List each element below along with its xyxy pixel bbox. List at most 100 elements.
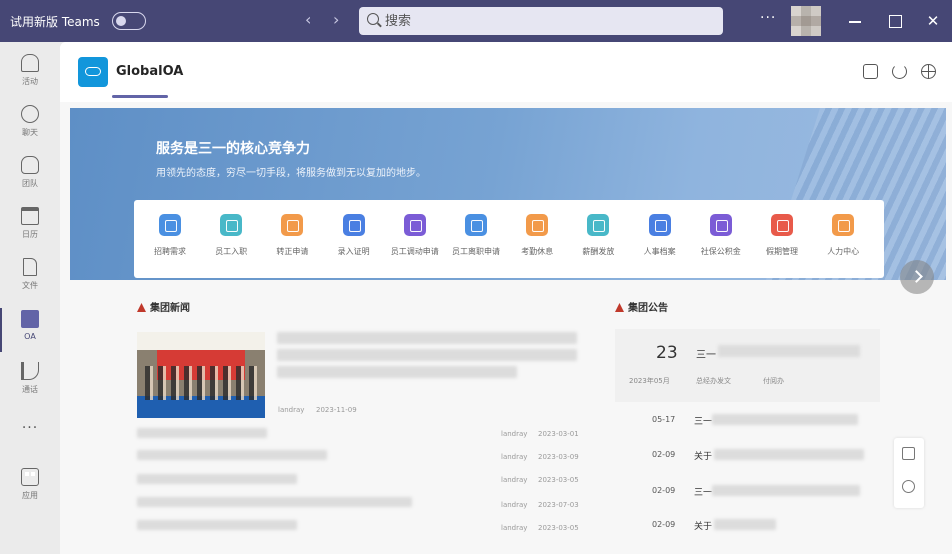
notice-row-title[interactable]: 关于 — [694, 449, 712, 462]
support-icon[interactable] — [902, 480, 915, 493]
carousel-next-button[interactable] — [900, 260, 934, 294]
bell-icon — [21, 54, 39, 72]
globe-icon[interactable] — [921, 64, 936, 79]
news-row-title[interactable] — [137, 474, 297, 484]
close-button[interactable]: ✕ — [920, 8, 946, 34]
rail-item-apps[interactable]: 应用 — [0, 464, 60, 514]
notice-highlight-reads: 付阅办 — [763, 377, 784, 385]
rail-item-label: OA — [24, 332, 36, 341]
quick-link-icon — [526, 214, 549, 236]
rail-item-activity[interactable]: 活动 — [0, 50, 60, 100]
minimize-button[interactable] — [842, 8, 868, 34]
quick-link-icon — [159, 214, 181, 236]
quick-link-icon — [771, 214, 793, 236]
app-title: 试用新版 Teams — [10, 15, 100, 29]
quick-link-item[interactable]: 假期管理 — [752, 214, 812, 257]
notice-highlight-month: 2023年05月 — [629, 377, 670, 385]
news-row-author: landray — [501, 430, 528, 438]
quick-link-label: 社保公积金 — [700, 247, 741, 256]
rail-item-chat[interactable]: 聊天 — [0, 101, 60, 151]
print-icon[interactable] — [902, 447, 915, 460]
left-rail: 活动 聊天 团队 日历 文件 OA 通话 ··· 应用 — [0, 42, 60, 554]
app-header: GlobalOA — [60, 42, 952, 102]
news-featured-photo[interactable] — [137, 332, 265, 418]
quick-link-item[interactable]: 员工离职申请 — [446, 214, 506, 257]
quick-link-label: 假期管理 — [766, 247, 798, 256]
news-row-author: landray — [501, 501, 528, 509]
notice-row-date: 02-09 — [652, 486, 676, 495]
back-button[interactable]: ‹ — [305, 10, 311, 29]
notice-row-title[interactable]: 三一 — [694, 485, 712, 498]
rail-item-calendar[interactable]: 日历 — [0, 203, 60, 253]
news-row-author: landray — [501, 524, 528, 532]
popout-icon[interactable] — [863, 64, 878, 79]
file-icon — [23, 258, 37, 276]
rail-item-more[interactable]: ··· — [0, 414, 60, 464]
main-content: GlobalOA 服务是三一的核心竞争力 用领先的态度，穷尽一切手段，将服务做到… — [60, 42, 952, 554]
hero-banner: 服务是三一的核心竞争力 用领先的态度，穷尽一切手段，将服务做到无以复加的地步。 … — [70, 108, 946, 280]
notice-row-date: 05-17 — [652, 415, 676, 424]
quick-link-item[interactable]: 员工调动申请 — [385, 214, 445, 257]
news-row-title[interactable] — [137, 497, 412, 507]
quick-link-item[interactable]: 人事档案 — [630, 214, 690, 257]
rail-item-label: 通话 — [22, 385, 38, 394]
news-row-date: 2023-03-05 — [538, 476, 579, 484]
rail-item-teams[interactable]: 团队 — [0, 152, 60, 202]
news-row-author: landray — [501, 476, 528, 484]
quick-link-item[interactable]: 员工入职 — [201, 214, 261, 257]
app-name-tab[interactable]: GlobalOA — [116, 64, 183, 79]
group-news-heading: 集团新闻 — [137, 299, 190, 314]
app-logo — [78, 57, 108, 87]
title-bar: 试用新版 Teams ‹ › ··· ✕ — [0, 0, 952, 42]
notice-row-date: 02-09 — [652, 520, 676, 529]
quick-link-icon — [281, 214, 304, 236]
rail-item-label: 文件 — [22, 281, 38, 290]
notice-row-title-blur — [714, 519, 776, 530]
avatar[interactable] — [791, 6, 821, 36]
quick-link-item[interactable]: 人力中心 — [813, 214, 873, 257]
search-box[interactable] — [359, 7, 723, 35]
new-teams-toggle[interactable] — [112, 12, 146, 30]
news-featured-title-line2 — [277, 349, 577, 361]
quick-link-label: 员工入职 — [215, 247, 248, 256]
quick-link-icon — [587, 214, 610, 236]
cloud-icon — [85, 67, 101, 76]
banner-subtitle: 用领先的态度，穷尽一切手段，将服务做到无以复加的地步。 — [156, 168, 426, 179]
floating-toolbar — [894, 438, 924, 508]
news-row-title[interactable] — [137, 428, 267, 438]
notice-row-title[interactable]: 关于 — [694, 519, 712, 532]
calendar-icon — [21, 207, 39, 225]
search-input[interactable] — [385, 11, 705, 31]
news-row-title[interactable] — [137, 520, 297, 530]
maximize-button[interactable] — [881, 8, 907, 34]
quick-link-label: 员工离职申请 — [452, 247, 500, 256]
quick-link-item[interactable]: 录入证明 — [324, 214, 384, 257]
news-row-title[interactable] — [137, 450, 327, 460]
notice-row-title-blur — [714, 449, 864, 460]
quick-link-item[interactable]: 转正申请 — [262, 214, 322, 257]
notice-row-title-blur — [712, 485, 860, 496]
quick-link-item[interactable]: 招聘需求 — [140, 214, 200, 257]
rail-item-oa[interactable]: OA — [0, 306, 60, 356]
more-icon: ··· — [21, 420, 39, 436]
notice-row-title[interactable]: 三一 — [694, 414, 712, 427]
rail-item-label: 应用 — [22, 491, 38, 500]
rail-item-calls[interactable]: 通话 — [0, 358, 60, 408]
quick-link-item[interactable]: 社保公积金 — [691, 214, 751, 257]
refresh-icon[interactable] — [892, 64, 907, 79]
news-featured-title[interactable] — [277, 332, 577, 344]
banner-title: 服务是三一的核心竞争力 — [156, 141, 310, 157]
quick-link-icon — [648, 214, 671, 236]
quick-link-icon — [465, 214, 487, 236]
quick-link-item[interactable]: 薪酬发放 — [568, 214, 628, 257]
forward-button[interactable]: › — [333, 10, 339, 29]
group-notice-title: 集团公告 — [628, 303, 668, 314]
quick-link-item[interactable]: 考勤休息 — [507, 214, 567, 257]
news-featured-date: 2023-11-09 — [316, 406, 357, 414]
section-logo-icon — [615, 303, 624, 312]
quick-link-label: 考勤休息 — [521, 247, 554, 256]
more-options-button[interactable]: ··· — [760, 10, 776, 26]
rail-item-files[interactable]: 文件 — [0, 254, 60, 304]
notice-highlight-card[interactable] — [615, 329, 880, 402]
quick-links-panel: 招聘需求 员工入职 转正申请 录入证明 员工调动申请 员工离职申请 考勤休息 薪酬发放 人事档案… — [134, 200, 884, 278]
